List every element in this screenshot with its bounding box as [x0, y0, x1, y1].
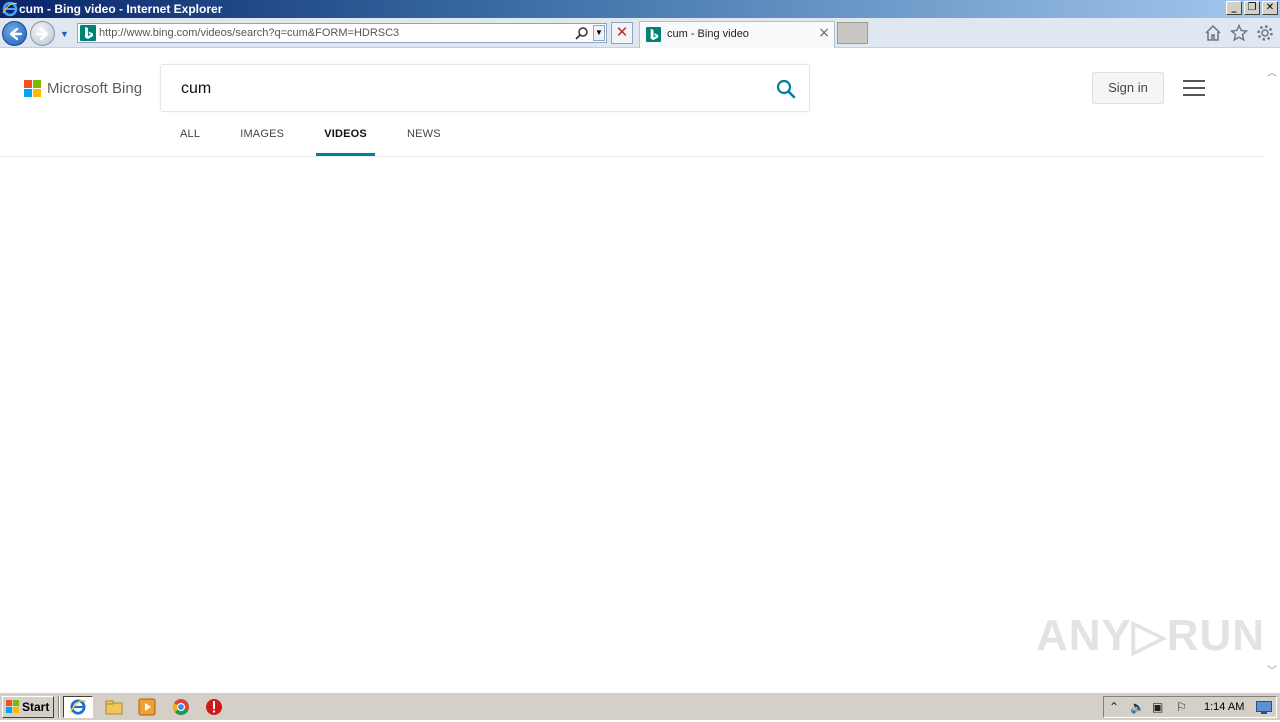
- start-button[interactable]: Start: [2, 696, 54, 718]
- restore-button[interactable]: ❐: [1244, 1, 1260, 15]
- anyrun-watermark: ANY▷RUN: [1036, 611, 1266, 660]
- address-dropdown-icon[interactable]: ▼: [593, 25, 605, 41]
- window-title: cum - Bing video - Internet Explorer: [19, 2, 223, 16]
- url-text[interactable]: http://www.bing.com/videos/search?q=cum&…: [99, 27, 399, 39]
- media-player-icon[interactable]: [137, 697, 157, 717]
- brand-name: Microsoft Bing: [47, 80, 143, 97]
- chrome-icon[interactable]: [171, 697, 191, 717]
- forward-button[interactable]: [30, 21, 55, 46]
- history-dropdown-icon[interactable]: ▼: [60, 29, 69, 39]
- stop-button[interactable]: ✕: [611, 22, 633, 44]
- microsoft-logo-icon: [24, 80, 41, 97]
- internet-explorer-icon: [69, 699, 87, 715]
- browser-tool-icons: [1204, 24, 1274, 42]
- tab-all[interactable]: ALL: [172, 122, 208, 156]
- action-center-flag-icon[interactable]: ⚐: [1176, 700, 1187, 714]
- favorites-star-icon[interactable]: [1230, 24, 1248, 42]
- show-desktop-icon[interactable]: [1256, 701, 1272, 714]
- tab-videos[interactable]: VIDEOS: [316, 122, 375, 156]
- page-scrollbar[interactable]: ︿ ﹀: [1264, 48, 1280, 692]
- scroll-up-icon[interactable]: ︿: [1267, 64, 1277, 79]
- bing-favicon-icon: [646, 27, 661, 42]
- search-box[interactable]: cum: [160, 64, 810, 112]
- window-titlebar: cum - Bing video - Internet Explorer _ ❐…: [0, 0, 1280, 18]
- search-icon[interactable]: [775, 78, 797, 100]
- windows-taskbar: Start ⌃ 🔈 ▣ ⚐ 1:14 AM: [0, 692, 1280, 720]
- sign-in-button[interactable]: Sign in: [1092, 72, 1164, 104]
- page-content: Microsoft Bing cum Sign in ALL IMAGES VI…: [0, 48, 1264, 692]
- new-tab-button[interactable]: [837, 22, 868, 44]
- browser-navbar: ▼ http://www.bing.com/videos/search?q=cu…: [0, 18, 1280, 48]
- back-button[interactable]: [2, 21, 27, 46]
- bing-favicon-icon: [80, 25, 96, 41]
- network-icon[interactable]: ▣: [1152, 700, 1163, 714]
- taskbar-separator: [58, 696, 60, 718]
- address-search-icon[interactable]: [575, 26, 589, 40]
- volume-icon[interactable]: 🔈: [1130, 700, 1145, 714]
- clock[interactable]: 1:14 AM: [1204, 701, 1244, 713]
- window-controls: _ ❐ ✕: [1226, 1, 1278, 15]
- tab-close-icon[interactable]: ×: [818, 25, 830, 41]
- home-icon[interactable]: [1204, 24, 1222, 42]
- menu-hamburger-icon[interactable]: [1183, 80, 1205, 96]
- browser-tab[interactable]: cum - Bing video ×: [639, 21, 835, 48]
- minimize-button[interactable]: _: [1226, 1, 1242, 15]
- close-window-button[interactable]: ✕: [1262, 1, 1278, 15]
- show-hidden-icons-icon[interactable]: ⌃: [1109, 700, 1119, 714]
- search-input[interactable]: cum: [181, 80, 211, 98]
- scroll-down-icon[interactable]: ﹀: [1267, 662, 1277, 677]
- tab-images[interactable]: IMAGES: [232, 122, 292, 156]
- windows-flag-icon: [6, 700, 19, 713]
- back-arrow-icon: [9, 27, 23, 41]
- bing-logo[interactable]: Microsoft Bing: [24, 80, 142, 97]
- tab-news[interactable]: NEWS: [399, 122, 449, 156]
- taskbar-internet-explorer[interactable]: [63, 696, 93, 718]
- settings-gear-icon[interactable]: [1256, 24, 1274, 42]
- system-tray: ⌃ 🔈 ▣ ⚐ 1:14 AM: [1103, 696, 1277, 718]
- tab-title: cum - Bing video: [667, 28, 749, 40]
- explorer-folder-icon[interactable]: [104, 697, 124, 717]
- header-divider: [0, 156, 1264, 157]
- internet-explorer-icon: [2, 1, 18, 17]
- security-alert-icon[interactable]: [204, 697, 224, 717]
- address-bar[interactable]: http://www.bing.com/videos/search?q=cum&…: [77, 23, 607, 43]
- forward-arrow-icon: [35, 27, 49, 41]
- scope-tabs: ALL IMAGES VIDEOS NEWS: [172, 122, 473, 156]
- start-label: Start: [22, 700, 50, 714]
